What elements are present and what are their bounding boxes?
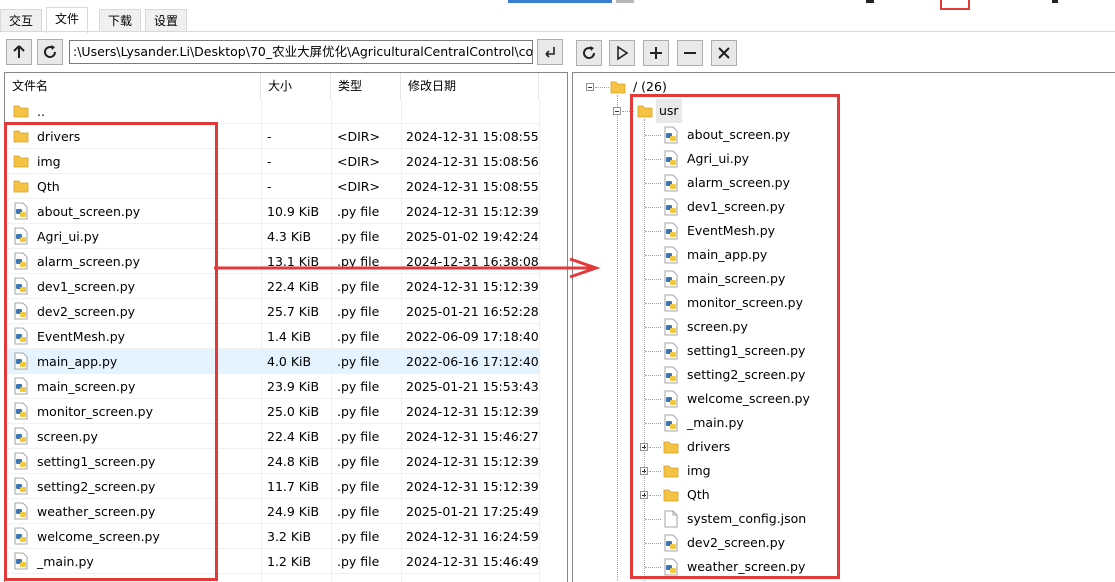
file-size: - <box>267 154 272 169</box>
tab-settings[interactable]: 设置 <box>145 9 188 32</box>
file-date: 2025-01-21 16:52:28 <box>406 304 539 319</box>
file-date: 2024-12-31 15:12:39 <box>406 204 539 219</box>
folder-icon <box>12 102 30 120</box>
refresh-icon <box>583 46 596 59</box>
file-date: 2024-12-31 15:12:39 <box>406 479 539 494</box>
column-header-size[interactable]: 大小 <box>261 73 331 99</box>
file-name: .. <box>37 104 45 119</box>
file-date: 2024-12-31 15:46:27 <box>406 429 539 444</box>
delete-button[interactable] <box>711 40 737 66</box>
run-icon <box>617 45 629 61</box>
file-date: 2025-01-21 17:25:49 <box>406 504 539 519</box>
tab-download[interactable]: 下载 <box>99 9 142 32</box>
minus-icon <box>684 52 696 54</box>
collapse-usr-toggle[interactable] <box>613 107 621 115</box>
tab-interact[interactable]: 交互 <box>0 9 43 32</box>
refresh-device-button[interactable] <box>576 40 602 66</box>
refresh-local-button[interactable] <box>37 39 63 65</box>
file-size: 4.0 KiB <box>267 354 312 369</box>
tab-bar: 交互 文件 下载 设置 <box>0 0 600 33</box>
top-edge-decoration <box>1052 0 1058 3</box>
file-type: <DIR> <box>337 154 380 169</box>
column-header-type[interactable]: 类型 <box>331 73 401 99</box>
tab-divider <box>0 31 1115 32</box>
up-directory-button[interactable] <box>6 39 32 65</box>
file-size: - <box>267 179 272 194</box>
file-size: - <box>267 129 272 144</box>
column-header-date[interactable]: 修改日期 <box>401 73 539 99</box>
file-size: 23.9 KiB <box>267 379 320 394</box>
file-type: .py file <box>337 479 380 494</box>
top-edge-decoration <box>866 0 874 3</box>
top-edge-decoration <box>616 0 634 3</box>
file-size: 11.7 KiB <box>267 479 320 494</box>
file-type: .py file <box>337 504 380 519</box>
add-button[interactable] <box>643 40 669 66</box>
file-type: .py file <box>337 354 380 369</box>
file-size: 4.3 KiB <box>267 229 312 244</box>
file-size: 22.4 KiB <box>267 429 320 444</box>
file-size: 1.4 KiB <box>267 329 312 344</box>
file-size: 24.9 KiB <box>267 504 320 519</box>
file-type: .py file <box>337 454 380 469</box>
table-header: 文件名 大小 类型 修改日期 <box>5 73 567 99</box>
file-date: 2024-12-31 15:12:39 <box>406 404 539 419</box>
close-icon <box>718 47 730 59</box>
file-date: 2024-12-31 15:12:39 <box>406 454 539 469</box>
top-edge-decoration <box>940 0 970 10</box>
file-type: .py file <box>337 204 380 219</box>
file-date: 2024-12-31 15:08:55 <box>406 129 539 144</box>
file-size: 1.2 KiB <box>267 554 312 569</box>
file-type: .py file <box>337 529 380 544</box>
refresh-icon <box>44 45 57 58</box>
run-button[interactable] <box>609 40 635 66</box>
file-type: .py file <box>337 329 380 344</box>
plus-icon <box>650 47 662 59</box>
file-size: 10.9 KiB <box>267 204 320 219</box>
top-edge-decoration <box>508 0 612 3</box>
file-type: .py file <box>337 229 380 244</box>
file-date: 2024-12-31 16:24:59 <box>406 529 539 544</box>
file-size: 24.8 KiB <box>267 454 320 469</box>
annotation-box-local <box>4 122 218 581</box>
file-type: <DIR> <box>337 129 380 144</box>
arrow-up-icon <box>13 45 25 58</box>
file-date: 2024-12-31 15:08:56 <box>406 154 539 169</box>
file-date: 2022-06-09 17:18:40 <box>406 329 539 344</box>
annotation-arrow <box>214 258 601 279</box>
annotation-box-device <box>630 94 840 579</box>
collapse-root-toggle[interactable] <box>586 83 594 91</box>
tab-files[interactable]: 文件 <box>46 7 89 33</box>
go-path-button[interactable] <box>537 39 563 65</box>
folder-icon <box>609 78 627 96</box>
file-type: .py file <box>337 429 380 444</box>
file-date: 2024-12-31 15:46:49 <box>406 554 539 569</box>
remove-button[interactable] <box>677 40 703 66</box>
file-size: 25.7 KiB <box>267 304 320 319</box>
file-size: 3.2 KiB <box>267 529 312 544</box>
column-header-name[interactable]: 文件名 <box>5 73 261 99</box>
file-date: 2025-01-21 15:53:43 <box>406 379 539 394</box>
file-date: 2022-06-16 17:12:40 <box>406 354 539 369</box>
enter-icon <box>545 47 555 58</box>
file-type: <DIR> <box>337 179 380 194</box>
file-size: 25.0 KiB <box>267 404 320 419</box>
file-date: 2025-01-02 19:42:24 <box>406 229 539 244</box>
file-date: 2024-12-31 15:08:55 <box>406 179 539 194</box>
file-type: .py file <box>337 379 380 394</box>
file-type: .py file <box>337 554 380 569</box>
file-type: .py file <box>337 304 380 319</box>
table-row[interactable]: .. <box>5 99 539 124</box>
file-type: .py file <box>337 404 380 419</box>
path-input[interactable]: :\Users\Lysander.Li\Desktop\70_农业大屏优化\Ag… <box>69 40 533 64</box>
